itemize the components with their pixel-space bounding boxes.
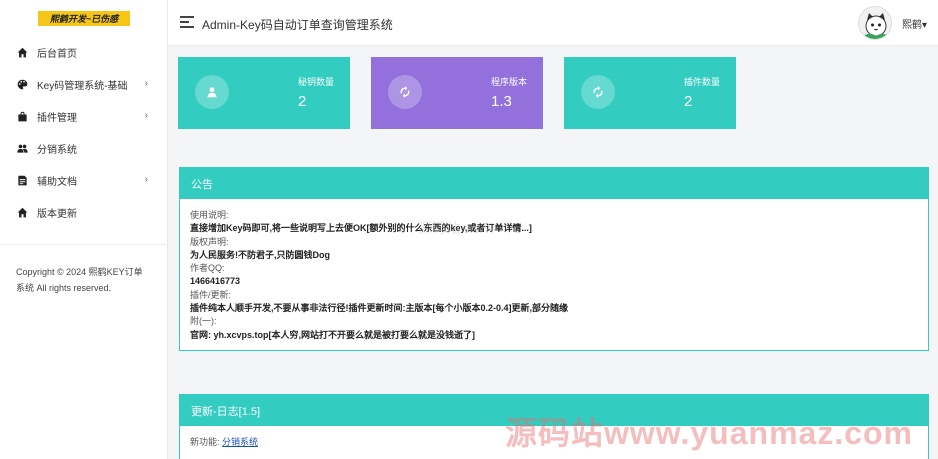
stat-value: 1.3 [491, 93, 512, 110]
faint-watermark: 源码站 www [418, 220, 495, 236]
copyright-text: Copyright © 2024 熙鹤KEY订单 系统 All rights r… [16, 264, 156, 296]
announcement-line: 版权声明: [190, 236, 229, 247]
sidebar-item-label: 分销系统 [37, 144, 77, 156]
sidebar: 熙鹤开发~已伤感 后台首页 Key码管理系统-基础 › 插件管理 › 分销系统 … [0, 0, 168, 459]
panel-title: 公告 [180, 168, 928, 199]
stat-card-plugins: 插件数量 2 [564, 57, 736, 129]
stat-label: 插件数量 [684, 77, 721, 87]
sidebar-item-key-management[interactable]: Key码管理系统-基础 › [0, 68, 168, 100]
palette-icon [16, 78, 28, 90]
sidebar-divider [0, 244, 168, 245]
sidebar-menu: 后台首页 Key码管理系统-基础 › 插件管理 › 分销系统 辅助文档 › 版本… [0, 36, 168, 228]
announcement-line: 插件纯本人顺手开发,不要从事非法行径!插件更新时间:主版本[每个小版本0.2-0… [190, 303, 569, 314]
copyright-line: Copyright © 2024 熙鹤KEY订单 [16, 267, 143, 277]
announcement-line: 官网: yh.xcvps.top[本人穷,网站打不开要么就是被打要么就是没钱逝了… [190, 329, 476, 340]
announcement-line: 作者QQ: [190, 263, 225, 274]
sidebar-item-distribution[interactable]: 分销系统 [0, 132, 168, 164]
sidebar-item-label: Key码管理系统-基础 [37, 80, 128, 92]
announcement-body: 使用说明: 直接增加Key码即可,将一些说明写上去便OK[额外别的什么东西的ke… [180, 199, 928, 352]
menu-toggle-icon[interactable] [180, 16, 194, 28]
bag-icon [16, 110, 28, 122]
announcement-line: 1466416773 [190, 276, 241, 287]
sidebar-item-label: 辅助文档 [37, 176, 77, 188]
user-menu[interactable]: 熙鹤▾ [902, 16, 927, 31]
home-icon [16, 206, 28, 218]
sidebar-item-label: 插件管理 [37, 112, 77, 124]
stat-value: 2 [298, 93, 307, 110]
sidebar-item-home[interactable]: 后台首页 [0, 36, 168, 68]
site-watermark: 源码站www.yuanmaz.com [505, 415, 914, 451]
users-icon [16, 142, 28, 154]
announcement-line: 插件/更新: [190, 289, 232, 300]
user-icon [195, 75, 229, 109]
sidebar-item-label: 版本更新 [37, 208, 77, 220]
sidebar-item-version-update[interactable]: 版本更新 [0, 196, 168, 228]
stat-value: 2 [684, 93, 693, 110]
announcement-panel: 公告 使用说明: 直接增加Key码即可,将一些说明写上去便OK[额外别的什么东西… [179, 167, 929, 351]
announcement-line: 直接增加Key码即可,将一些说明写上去便OK[额外别的什么东西的key,或者订单… [190, 223, 532, 234]
sidebar-item-label: 后台首页 [37, 48, 77, 60]
stat-card-version: 程序版本 1.3 [371, 57, 543, 129]
chevron-right-icon: › [144, 174, 148, 185]
refresh-icon [388, 75, 422, 109]
changelog-feature-link[interactable]: 分销系统 [222, 437, 258, 447]
copyright-line: 系统 All rights reserved. [16, 283, 112, 293]
sidebar-item-plugins[interactable]: 插件管理 › [0, 100, 168, 132]
changelog-feature-label: 新功能: [190, 437, 223, 447]
page-title: Admin-Key码自动订单查询管理系统 [202, 18, 393, 32]
avatar[interactable] [858, 6, 892, 40]
chevron-right-icon: › [144, 78, 148, 89]
brand-logo-text: 熙鹤开发~已伤感 [49, 14, 119, 24]
stat-label: 秘钥数量 [298, 77, 335, 87]
home-icon [16, 46, 28, 58]
chevron-right-icon: › [144, 110, 148, 121]
announcement-line: 附(一): [190, 316, 217, 327]
announcement-line: 为人民服务!不防君子,只防圆钱Dog [190, 249, 330, 260]
document-icon [16, 174, 28, 186]
sidebar-item-docs[interactable]: 辅助文档 › [0, 164, 168, 196]
stat-card-keys: 秘钥数量 2 [178, 57, 350, 129]
announcement-line: 使用说明: [190, 210, 229, 220]
top-header: Admin-Key码自动订单查询管理系统 熙鹤▾ [168, 0, 938, 46]
brand-logo[interactable]: 熙鹤开发~已伤感 [38, 11, 130, 26]
stat-label: 程序版本 [491, 77, 528, 87]
refresh-icon [581, 75, 615, 109]
